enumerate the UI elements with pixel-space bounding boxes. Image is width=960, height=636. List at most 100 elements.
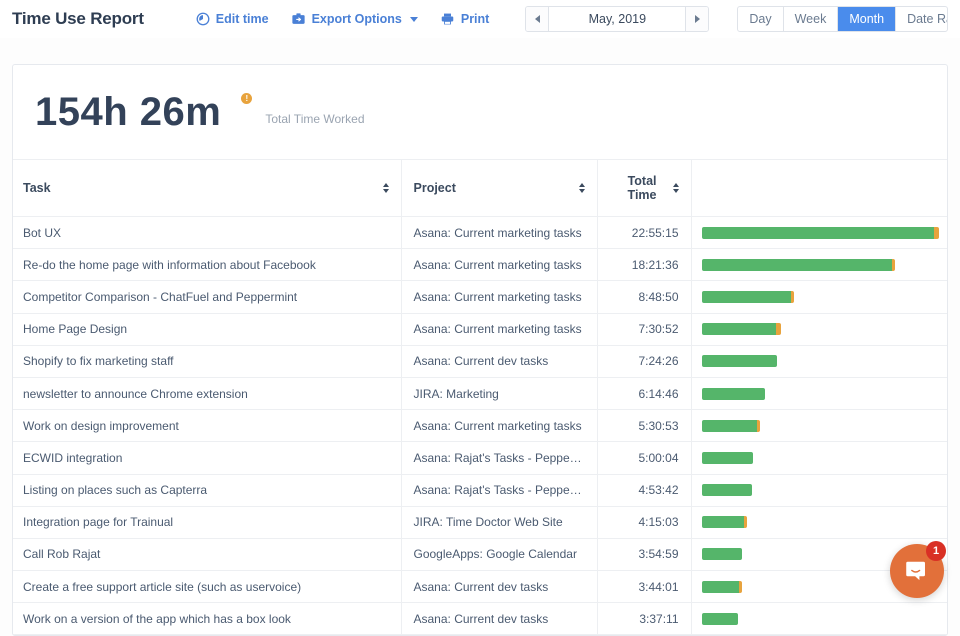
- tab-day[interactable]: Day: [738, 7, 783, 31]
- cell-total-time: 8:48:50: [597, 281, 691, 313]
- export-options-label: Export Options: [312, 12, 402, 26]
- bar-segment-tracked: [702, 291, 791, 303]
- bar-segment-tracked: [702, 323, 776, 335]
- table-row[interactable]: Bot UXAsana: Current marketing tasks22:5…: [13, 217, 948, 249]
- bar-segment-tracked: [702, 420, 757, 432]
- bar-segment-manual: [744, 516, 747, 528]
- chevron-left-icon: [535, 15, 540, 23]
- cell-project: Asana: Current dev tasks: [401, 345, 597, 377]
- cell-project: Asana: Current dev tasks: [401, 571, 597, 603]
- column-header-bar: [691, 160, 948, 217]
- table-row[interactable]: ECWID integrationAsana: Rajat's Tasks - …: [13, 442, 948, 474]
- prev-period-button[interactable]: [526, 7, 549, 31]
- cell-time-bar: [691, 377, 948, 409]
- cell-time-bar: [691, 345, 948, 377]
- bar-segment-tracked: [702, 227, 934, 239]
- print-button[interactable]: Print: [440, 12, 489, 26]
- sort-toggle-task[interactable]: [383, 183, 389, 193]
- bar-segment-tracked: [702, 355, 777, 367]
- cell-time-bar: [691, 281, 948, 313]
- chevron-down-icon: [410, 17, 418, 22]
- cell-time-bar: [691, 313, 948, 345]
- time-bar: [702, 484, 940, 496]
- cell-task: Competitor Comparison - ChatFuel and Pep…: [13, 281, 401, 313]
- table-row[interactable]: Work on a version of the app which has a…: [13, 603, 948, 635]
- table-row[interactable]: Shopify to fix marketing staffAsana: Cur…: [13, 345, 948, 377]
- sort-toggle-total-time[interactable]: [673, 183, 679, 193]
- column-header-task[interactable]: Task: [13, 160, 401, 217]
- warning-info-icon[interactable]: !: [241, 93, 252, 104]
- cell-project: Asana: Current marketing tasks: [401, 410, 597, 442]
- cell-total-time: 3:44:01: [597, 571, 691, 603]
- cell-time-bar: [691, 410, 948, 442]
- messenger-launcher-button[interactable]: 1: [890, 544, 944, 598]
- edit-time-button[interactable]: Edit time: [196, 12, 269, 26]
- tab-date-range[interactable]: Date Range: [896, 7, 948, 31]
- cell-task: Call Rob Rajat: [13, 538, 401, 570]
- table-row[interactable]: Listing on places such as CapterraAsana:…: [13, 474, 948, 506]
- bar-segment-tracked: [702, 516, 744, 528]
- print-label: Print: [461, 12, 489, 26]
- cell-total-time: 7:24:26: [597, 345, 691, 377]
- summary-bar: 154h 26m ! Total Time Worked: [13, 65, 947, 160]
- current-period-label[interactable]: May, 2019: [549, 12, 685, 26]
- bar-segment-manual: [776, 323, 781, 335]
- cell-project: Asana: Current marketing tasks: [401, 217, 597, 249]
- table-row[interactable]: Competitor Comparison - ChatFuel and Pep…: [13, 281, 948, 313]
- cell-task: Work on a version of the app which has a…: [13, 603, 401, 635]
- table-row[interactable]: Work on design improvementAsana: Current…: [13, 410, 948, 442]
- tab-week[interactable]: Week: [784, 7, 839, 31]
- bar-segment-manual: [757, 420, 760, 432]
- table-row[interactable]: Integration page for TrainualJIRA: Time …: [13, 506, 948, 538]
- column-label-total-time: Total Time: [610, 174, 657, 202]
- range-tabs: Day Week Month Date Range: [737, 6, 948, 32]
- next-period-button[interactable]: [685, 7, 708, 31]
- bar-segment-tracked: [702, 452, 753, 464]
- column-label-task: Task: [23, 181, 51, 195]
- cell-total-time: 22:55:15: [597, 217, 691, 249]
- messenger-unread-badge: 1: [926, 541, 946, 561]
- time-bar: [702, 388, 940, 400]
- time-bar: [702, 227, 940, 239]
- column-label-project: Project: [414, 181, 456, 195]
- bar-segment-manual: [934, 227, 939, 239]
- table-body: Bot UXAsana: Current marketing tasks22:5…: [13, 217, 948, 635]
- total-time-worked-label: Total Time Worked: [265, 112, 364, 126]
- table-row[interactable]: Re-do the home page with information abo…: [13, 249, 948, 281]
- cell-total-time: 18:21:36: [597, 249, 691, 281]
- bar-segment-manual: [892, 259, 895, 271]
- toolbar-actions: Edit time Export Options: [196, 12, 490, 26]
- cell-task: Create a free support article site (such…: [13, 571, 401, 603]
- bar-segment-tracked: [702, 259, 892, 271]
- cell-task: Shopify to fix marketing staff: [13, 345, 401, 377]
- time-bar: [702, 259, 940, 271]
- table-row[interactable]: Create a free support article site (such…: [13, 571, 948, 603]
- cell-task: Bot UX: [13, 217, 401, 249]
- cell-total-time: 4:15:03: [597, 506, 691, 538]
- bar-segment-manual: [791, 291, 794, 303]
- table-row[interactable]: Call Rob RajatGoogleApps: Google Calenda…: [13, 538, 948, 570]
- cell-task: Integration page for Trainual: [13, 506, 401, 538]
- table-header-row: Task Project Total Time: [13, 160, 948, 217]
- cell-task: Home Page Design: [13, 313, 401, 345]
- column-header-project[interactable]: Project: [401, 160, 597, 217]
- tab-month[interactable]: Month: [838, 7, 896, 31]
- bar-segment-tracked: [702, 613, 738, 625]
- column-header-total-time[interactable]: Total Time: [597, 160, 691, 217]
- cell-total-time: 6:14:46: [597, 377, 691, 409]
- cell-time-bar: [691, 474, 948, 506]
- bar-segment-tracked: [702, 581, 739, 593]
- report-card: 154h 26m ! Total Time Worked Task Projec…: [12, 64, 948, 636]
- page-title: Time Use Report: [12, 9, 144, 29]
- time-bar: [702, 613, 940, 625]
- time-bar: [702, 516, 940, 528]
- cell-project: JIRA: Time Doctor Web Site: [401, 506, 597, 538]
- bar-segment-tracked: [702, 388, 765, 400]
- table-row[interactable]: newsletter to announce Chrome extensionJ…: [13, 377, 948, 409]
- sort-toggle-project[interactable]: [579, 183, 585, 193]
- cell-project: Asana: Current marketing tasks: [401, 281, 597, 313]
- export-options-button[interactable]: Export Options: [291, 12, 418, 26]
- cell-time-bar: [691, 442, 948, 474]
- table-row[interactable]: Home Page DesignAsana: Current marketing…: [13, 313, 948, 345]
- cell-project: Asana: Current marketing tasks: [401, 249, 597, 281]
